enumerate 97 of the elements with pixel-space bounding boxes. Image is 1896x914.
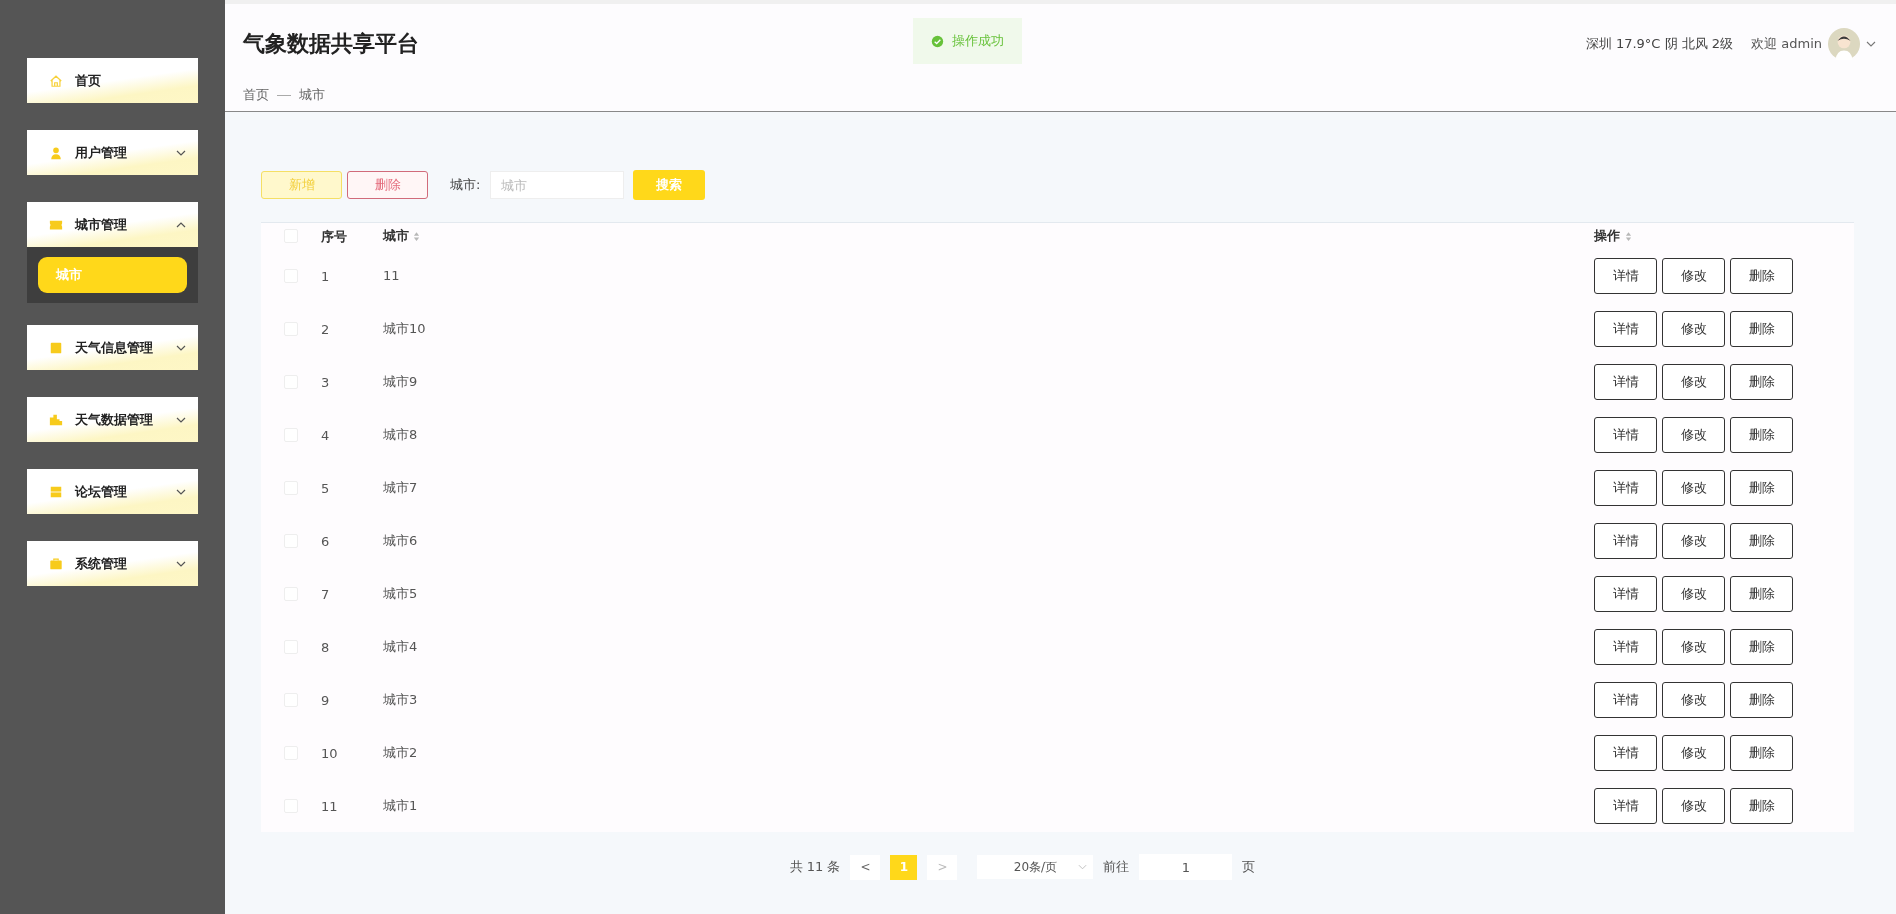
check-circle-icon	[931, 34, 944, 48]
menu-item[interactable]: 系统管理	[27, 541, 198, 586]
table-cell: 城市9	[383, 372, 418, 391]
action-button[interactable]: 详情	[1594, 787, 1657, 824]
column-header[interactable]: 操作	[1594, 227, 1620, 245]
action-button[interactable]: 修改	[1662, 628, 1725, 665]
action-button[interactable]: 删除	[1730, 469, 1793, 506]
total-count: 共 11 条	[789, 858, 841, 876]
action-button[interactable]: 删除	[1730, 363, 1793, 400]
sort-icon[interactable]	[1625, 230, 1632, 242]
chevron-down-icon	[176, 560, 186, 567]
page-input[interactable]: 1	[1139, 854, 1233, 880]
menu-item[interactable]: 用户管理	[27, 130, 198, 175]
success-toast: 操作成功	[913, 18, 1022, 64]
filter-label: 城市:	[450, 176, 481, 194]
action-button[interactable]: 修改	[1662, 681, 1725, 718]
action-button[interactable]: 删除	[1730, 416, 1793, 453]
book-icon	[49, 340, 63, 355]
city-input[interactable]: 城市	[490, 171, 625, 199]
chevron-down-icon	[176, 344, 186, 351]
chevron-up-icon	[176, 221, 186, 228]
action-button[interactable]: 详情	[1594, 681, 1657, 718]
action-button[interactable]: 修改	[1662, 416, 1725, 453]
table-cell: 1	[321, 269, 330, 284]
action-button[interactable]: 详情	[1594, 469, 1657, 506]
action-button[interactable]: 修改	[1662, 363, 1725, 400]
action-button[interactable]: 详情	[1594, 734, 1657, 771]
action-button[interactable]: 详情	[1594, 257, 1657, 294]
table-cell: 7	[321, 587, 330, 602]
table-cell: 城市4	[383, 637, 418, 656]
menu-item[interactable]: 天气数据管理	[27, 397, 198, 442]
table-cell: 城市1	[383, 796, 418, 815]
table-cell: 11	[383, 268, 400, 283]
table-cell: 6	[321, 534, 330, 549]
table-cell: 11	[321, 799, 338, 814]
action-button[interactable]: 详情	[1594, 575, 1657, 612]
breadcrumb-item[interactable]: 城市	[299, 86, 325, 104]
action-button[interactable]: 修改	[1662, 469, 1725, 506]
buildings-icon	[49, 412, 63, 427]
table-cell: 城市10	[383, 319, 426, 338]
page-size-select[interactable]: 20条/页	[977, 855, 1094, 879]
action-button[interactable]: 删除	[1730, 628, 1793, 665]
goto-label: 前往	[1103, 858, 1130, 876]
action-button[interactable]: 详情	[1594, 310, 1657, 347]
chevron-down-icon	[176, 149, 186, 156]
breadcrumb-item[interactable]: 首页	[243, 86, 269, 104]
chevron-down-icon	[176, 416, 186, 423]
menu-item[interactable]: 首页	[27, 58, 198, 103]
chevron-down-icon	[176, 488, 186, 495]
action-button[interactable]: 修改	[1662, 522, 1725, 559]
action-button[interactable]: 修改	[1662, 787, 1725, 824]
action-button[interactable]: 删除	[1730, 734, 1793, 771]
action-button[interactable]: 删除	[1730, 575, 1793, 612]
table-cell: 城市2	[383, 743, 418, 762]
home-icon	[49, 73, 63, 88]
column-header: 序号	[321, 229, 347, 244]
page-suffix: 页	[1242, 858, 1256, 876]
table-cell: 10	[321, 746, 338, 761]
table-cell: 城市3	[383, 690, 418, 709]
action-button[interactable]: 修改	[1662, 575, 1725, 612]
drawer-icon	[49, 484, 63, 499]
action-button[interactable]: 删除	[1730, 522, 1793, 559]
table-cell: 城市7	[383, 478, 418, 497]
app-title: 气象数据共享平台	[243, 30, 419, 58]
table-cell: 3	[321, 375, 330, 390]
action-button[interactable]: 删除	[1730, 257, 1793, 294]
column-header[interactable]: 城市	[383, 227, 409, 245]
table-cell: 9	[321, 693, 330, 708]
weather-text: 深圳 17.9°C 阴 北风 2级	[1585, 35, 1734, 53]
action-button[interactable]: 修改	[1662, 734, 1725, 771]
chevron-down-icon[interactable]	[1866, 41, 1876, 47]
chevron-down-icon	[1078, 864, 1088, 870]
action-button[interactable]: 详情	[1594, 363, 1657, 400]
action-button[interactable]: 删除	[1730, 787, 1793, 824]
action-button[interactable]: 删除	[1730, 310, 1793, 347]
action-button[interactable]: 详情	[1594, 522, 1657, 559]
action-button[interactable]: 修改	[1662, 257, 1725, 294]
menu-item[interactable]: 城市管理	[27, 202, 198, 247]
sort-icon[interactable]	[413, 230, 420, 242]
action-button[interactable]: 删除	[1730, 681, 1793, 718]
menu-item[interactable]: 论坛管理	[27, 469, 198, 514]
user-icon	[49, 145, 63, 160]
table-cell: 2	[321, 322, 330, 337]
welcome-text: 欢迎 admin	[1751, 35, 1822, 53]
menu-item[interactable]: 天气信息管理	[27, 325, 198, 370]
action-button[interactable]: 详情	[1594, 628, 1657, 665]
avatar-icon[interactable]	[1828, 28, 1860, 60]
table-cell: 城市6	[383, 531, 418, 550]
briefcase-icon	[49, 556, 63, 571]
table-cell: 5	[321, 481, 330, 496]
table-cell: 城市5	[383, 584, 418, 603]
action-button[interactable]: 详情	[1594, 416, 1657, 453]
prev-page-button[interactable]: <	[850, 854, 881, 880]
table-cell: 8	[321, 640, 330, 655]
table-cell: 城市8	[383, 425, 418, 444]
action-button[interactable]: 修改	[1662, 310, 1725, 347]
table-cell: 4	[321, 428, 330, 443]
